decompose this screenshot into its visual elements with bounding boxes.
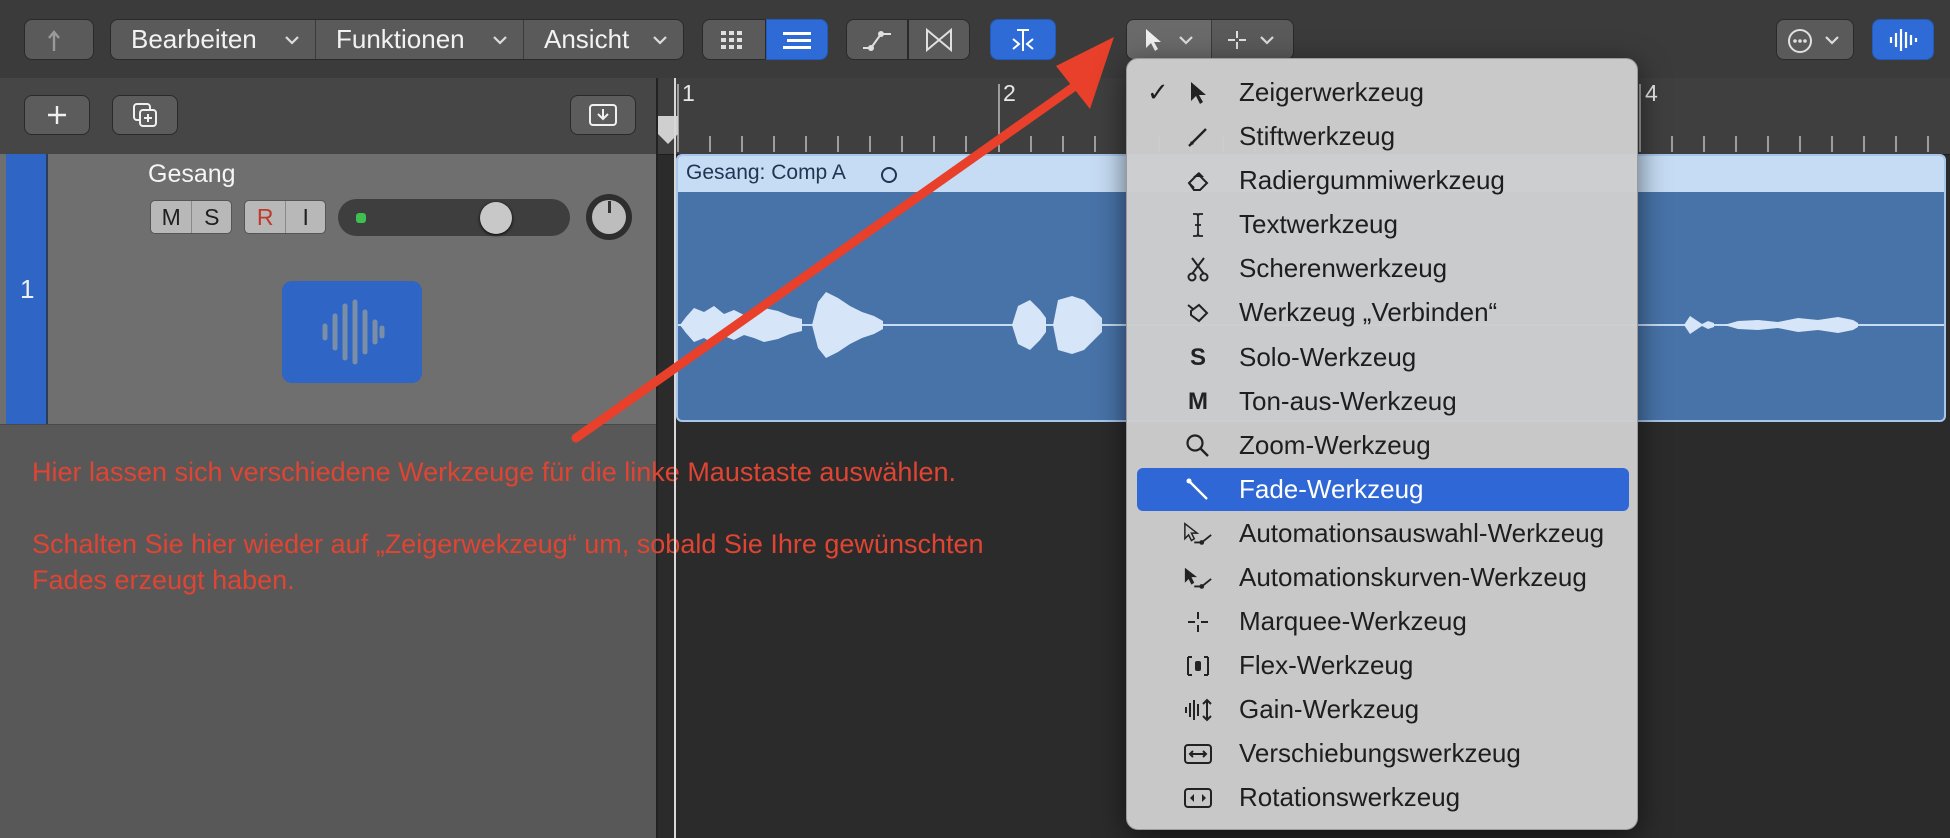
automation-curve-icon xyxy=(1183,563,1213,593)
pencil-icon xyxy=(1183,122,1213,152)
menu-item-label: Stiftwerkzeug xyxy=(1239,121,1396,151)
menu-item-label: Verschiebungswerkzeug xyxy=(1239,738,1521,768)
checkmark-icon: ✓ xyxy=(1147,77,1169,107)
menu-item-verbinden[interactable]: Werkzeug „Verbinden“ xyxy=(1137,291,1629,334)
menu-item-gain-werkzeug[interactable]: Gain-Werkzeug xyxy=(1137,688,1629,731)
menu-item-zeigerwerkzeug[interactable]: ✓ Zeigerwerkzeug xyxy=(1137,71,1629,114)
automation-select-icon xyxy=(1183,519,1213,549)
menu-item-label: Ton-aus-Werkzeug xyxy=(1239,386,1457,416)
menu-item-label: Marquee-Werkzeug xyxy=(1239,606,1467,636)
menu-item-fade-werkzeug[interactable]: Fade-Werkzeug xyxy=(1137,468,1629,511)
solo-s-icon: S xyxy=(1189,343,1206,371)
menu-item-rotationswerkzeug[interactable]: Rotationswerkzeug xyxy=(1137,776,1629,819)
menu-item-flex-werkzeug[interactable]: Flex-Werkzeug xyxy=(1137,644,1629,687)
menu-item-stiftwerkzeug[interactable]: Stiftwerkzeug xyxy=(1137,115,1629,158)
menu-item-label: Solo-Werkzeug xyxy=(1239,342,1417,372)
menu-item-automationsauswahl[interactable]: Automationsauswahl-Werkzeug xyxy=(1137,512,1629,555)
menu-item-solo-werkzeug[interactable]: S Solo-Werkzeug xyxy=(1137,336,1629,379)
menu-item-label: Radiergummiwerkzeug xyxy=(1239,165,1505,195)
menu-item-marquee-werkzeug[interactable]: Marquee-Werkzeug xyxy=(1137,600,1629,643)
fade-icon xyxy=(1183,475,1213,505)
menu-item-label: Scherenwerkzeug xyxy=(1239,253,1448,283)
menu-item-ton-aus-werkzeug[interactable]: M Ton-aus-Werkzeug xyxy=(1137,380,1629,423)
menu-item-label: Zoom-Werkzeug xyxy=(1239,430,1431,460)
menu-item-textwerkzeug[interactable]: Textwerkzeug xyxy=(1137,203,1629,246)
menu-item-scherenwerkzeug[interactable]: Scherenwerkzeug xyxy=(1137,247,1629,290)
menu-item-zoom-werkzeug[interactable]: Zoom-Werkzeug xyxy=(1137,424,1629,467)
menu-item-label: Fade-Werkzeug xyxy=(1239,474,1424,504)
menu-item-radiergummiwerkzeug[interactable]: Radiergummiwerkzeug xyxy=(1137,159,1629,202)
menu-item-label: Werkzeug „Verbinden“ xyxy=(1239,297,1498,327)
menu-item-label: Automationsauswahl-Werkzeug xyxy=(1239,518,1605,548)
gain-icon xyxy=(1183,695,1213,725)
menu-item-label: Gain-Werkzeug xyxy=(1239,694,1420,724)
pointer-icon xyxy=(1183,78,1213,108)
eraser-icon xyxy=(1183,166,1213,196)
text-cursor-icon xyxy=(1183,210,1213,240)
annotation-arrow xyxy=(571,37,1114,443)
rotate-icon xyxy=(1183,783,1213,813)
slip-icon xyxy=(1183,739,1213,769)
menu-item-label: Flex-Werkzeug xyxy=(1239,650,1414,680)
scissors-icon xyxy=(1183,254,1213,284)
flex-icon xyxy=(1183,651,1213,681)
glue-icon xyxy=(1183,298,1213,328)
menu-item-automationskurven[interactable]: Automationskurven-Werkzeug xyxy=(1137,556,1629,599)
mute-m-icon: M xyxy=(1188,387,1208,415)
magnifier-icon xyxy=(1183,431,1213,461)
menu-item-label: Zeigerwerkzeug xyxy=(1239,77,1424,107)
menu-item-verschiebungswerkzeug[interactable]: Verschiebungswerkzeug xyxy=(1137,732,1629,775)
menu-item-label: Automationskurven-Werkzeug xyxy=(1239,562,1587,592)
menu-item-label: Textwerkzeug xyxy=(1239,209,1398,239)
menu-item-label: Rotationswerkzeug xyxy=(1239,782,1461,812)
tool-menu: ✓ Zeigerwerkzeug Stiftwerkzeug Radiergum… xyxy=(1126,58,1638,830)
crosshair-icon xyxy=(1183,607,1213,637)
